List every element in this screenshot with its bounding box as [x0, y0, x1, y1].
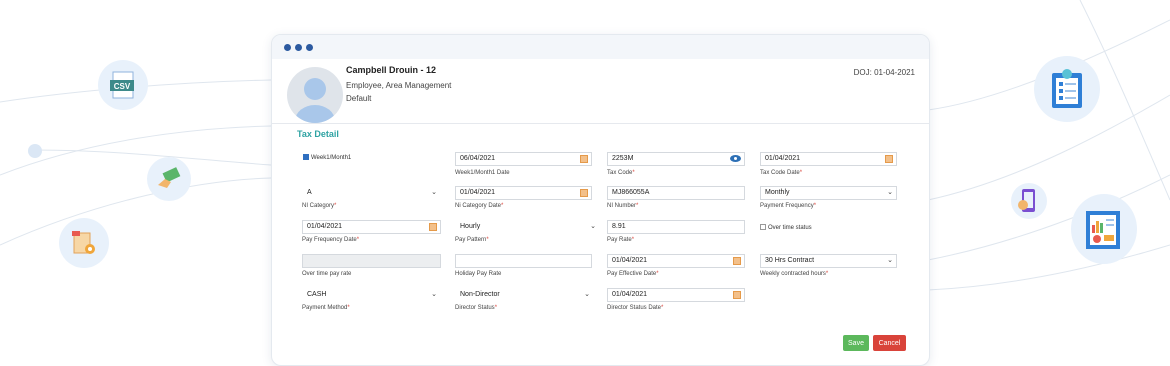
- payment-frequency-select[interactable]: Monthly ⌄: [760, 186, 897, 200]
- calendar-icon[interactable]: [580, 189, 588, 197]
- window-dot-2[interactable]: [295, 43, 302, 51]
- overtime-status-label: Over time status: [768, 225, 812, 231]
- pay-frequency-date-value: 01/04/2021: [307, 223, 343, 230]
- tax-code-value: 2253M: [612, 155, 634, 162]
- payment-frequency-label: Payment Frequency*: [760, 203, 817, 209]
- settings-checklist-icon: [59, 218, 109, 268]
- chevron-down-icon: ⌄: [887, 189, 893, 196]
- report-charts-icon: [1071, 194, 1137, 264]
- decor-node: [28, 144, 42, 158]
- chevron-down-icon: ⌄: [431, 189, 437, 196]
- cash-hand-icon: [147, 157, 191, 201]
- week1-checkbox-group[interactable]: Week1/Month1: [303, 154, 351, 161]
- pay-effective-date-label: Pay Effective Date*: [607, 271, 659, 277]
- chevron-down-icon: ⌄: [887, 257, 893, 264]
- holiday-pay-rate-label: Holiday Pay Rate: [455, 271, 502, 277]
- chevron-down-icon: ⌄: [584, 291, 590, 298]
- payment-method-select[interactable]: CASH ⌄: [302, 288, 441, 302]
- phone-payment-icon: [1011, 183, 1047, 219]
- ni-category-select[interactable]: A ⌄: [302, 186, 441, 200]
- payment-frequency-value: Monthly: [765, 189, 790, 196]
- week1-date-input[interactable]: 06/04/2021: [455, 152, 592, 166]
- director-status-date-input[interactable]: 01/04/2021: [607, 288, 745, 302]
- calendar-icon[interactable]: [733, 291, 741, 299]
- week1-label: Week1/Month1: [311, 155, 352, 161]
- director-status-date-label: Director Status Date*: [607, 305, 664, 311]
- pay-pattern-value: Hourly: [460, 223, 481, 230]
- app-window: Campbell Drouin - 12 Employee, Area Mana…: [271, 34, 930, 366]
- director-status-label: Director Status*: [455, 305, 498, 311]
- chevron-down-icon: ⌄: [590, 223, 596, 230]
- calendar-icon[interactable]: [733, 257, 741, 265]
- pay-effective-date-value: 01/04/2021: [612, 257, 648, 264]
- overtime-pay-rate-input[interactable]: [302, 254, 441, 268]
- chevron-down-icon: ⌄: [431, 291, 437, 298]
- payment-method-label: Payment Method*: [302, 305, 350, 311]
- holiday-pay-rate-input[interactable]: [455, 254, 592, 268]
- pay-pattern-select[interactable]: Hourly ⌄: [455, 220, 600, 234]
- weekly-hours-value: 30 Hrs Contract: [765, 257, 815, 264]
- avatar: [287, 67, 343, 123]
- pay-rate-value: 8.91: [612, 223, 626, 230]
- pay-frequency-date-input[interactable]: 01/04/2021: [302, 220, 441, 234]
- window-titlebar: [272, 35, 929, 59]
- director-status-date-value: 01/04/2021: [612, 291, 648, 298]
- pay-effective-date-input[interactable]: 01/04/2021: [607, 254, 745, 268]
- director-status-value: Non-Director: [460, 291, 500, 298]
- ni-number-label: NI Number*: [607, 203, 639, 209]
- calendar-icon[interactable]: [885, 155, 893, 163]
- tax-code-date-value: 01/04/2021: [765, 155, 801, 162]
- csv-icon: CSV: [98, 60, 148, 110]
- tax-code-input[interactable]: 2253M: [607, 152, 745, 166]
- window-dot-3[interactable]: [306, 43, 313, 51]
- overtime-status-checkbox[interactable]: [760, 224, 766, 230]
- payment-method-value: CASH: [307, 291, 327, 298]
- pay-rate-label: Pay Rate*: [607, 237, 635, 243]
- week1-date-label: Week1/Month1 Date: [455, 170, 510, 176]
- week1-checkbox[interactable]: [303, 154, 309, 160]
- week1-date-value: 06/04/2021: [460, 155, 496, 162]
- employee-role: Employee, Area Management: [346, 81, 452, 90]
- calendar-icon[interactable]: [429, 223, 437, 231]
- overtime-pay-rate-label: Over time pay rate: [302, 271, 352, 277]
- pay-pattern-label: Pay Pattern*: [455, 237, 489, 243]
- employee-name: Campbell Drouin - 12: [346, 65, 437, 75]
- cancel-button[interactable]: Cancel: [873, 335, 906, 351]
- tax-code-date-label: Tax Code Date*: [760, 170, 803, 176]
- window-dot-1[interactable]: [284, 43, 291, 51]
- pay-frequency-date-label: Pay Frequency Date*: [302, 237, 360, 243]
- svg-text:CSV: CSV: [114, 82, 131, 91]
- director-status-select[interactable]: Non-Director ⌄: [455, 288, 594, 302]
- save-button[interactable]: Save: [843, 335, 869, 351]
- ni-number-value: MJ866055A: [612, 189, 650, 196]
- ni-category-date-input[interactable]: 01/04/2021: [455, 186, 592, 200]
- weekly-hours-select[interactable]: 30 Hrs Contract ⌄: [760, 254, 897, 268]
- date-of-joining: DOJ: 01-04-2021: [853, 68, 915, 77]
- ni-category-value: A: [307, 189, 312, 196]
- ni-category-date-value: 01/04/2021: [460, 189, 496, 196]
- ni-number-input[interactable]: MJ866055A: [607, 186, 745, 200]
- overtime-status-group[interactable]: Over time status: [760, 224, 812, 231]
- employee-header: Campbell Drouin - 12 Employee, Area Mana…: [272, 59, 929, 124]
- tax-code-label: Tax Code*: [607, 170, 635, 176]
- calendar-icon[interactable]: [580, 155, 588, 163]
- pay-rate-input[interactable]: 8.91: [607, 220, 745, 234]
- tax-code-date-input[interactable]: 01/04/2021: [760, 152, 897, 166]
- checklist-clipboard-icon: [1034, 56, 1100, 122]
- employee-group: Default: [346, 94, 372, 103]
- eye-icon[interactable]: [730, 155, 741, 162]
- ni-category-date-label: Ni Category Date*: [455, 203, 504, 209]
- section-title: Tax Detail: [297, 129, 339, 139]
- ni-category-label: NI Category*: [302, 203, 337, 209]
- weekly-hours-label: Weekly contracted hours*: [760, 271, 829, 277]
